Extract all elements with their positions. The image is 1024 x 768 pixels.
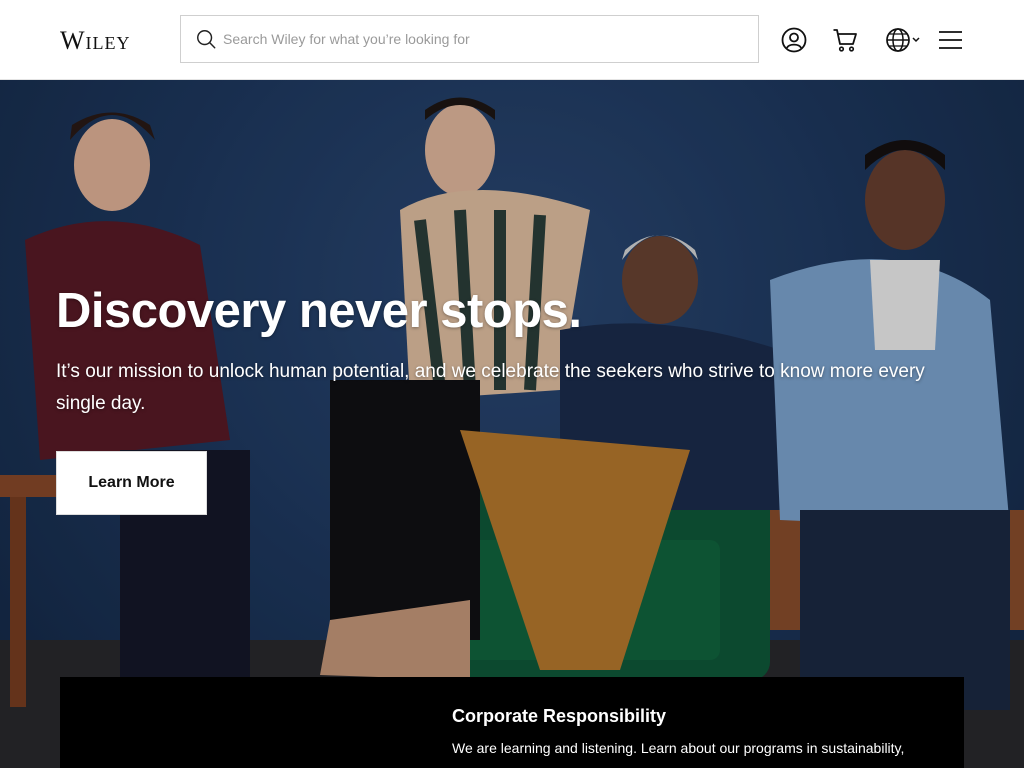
user-account-icon[interactable] [781,27,807,53]
learn-more-button[interactable]: Learn More [56,451,207,515]
shopping-cart-icon[interactable] [832,27,858,53]
corporate-responsibility-card: Corporate Responsibility We are learning… [60,677,964,768]
hero-banner: Discovery never stops. It’s our mission … [0,80,1024,768]
hero-subtitle: It’s our mission to unlock human potenti… [56,361,925,414]
hero-photo [0,80,1024,768]
hamburger-menu-icon[interactable] [938,27,964,53]
card-text: We are learning and listening. Learn abo… [452,740,905,756]
globe-icon[interactable] [885,27,921,53]
site-header: Wiley [0,0,1024,80]
search-box[interactable] [180,15,759,63]
card-title[interactable]: Corporate Responsibility [452,706,666,727]
search-input[interactable] [217,16,758,62]
wiley-logo[interactable]: Wiley [60,28,131,54]
search-icon [197,30,216,49]
hero-title: Discovery never stops. [56,284,582,338]
